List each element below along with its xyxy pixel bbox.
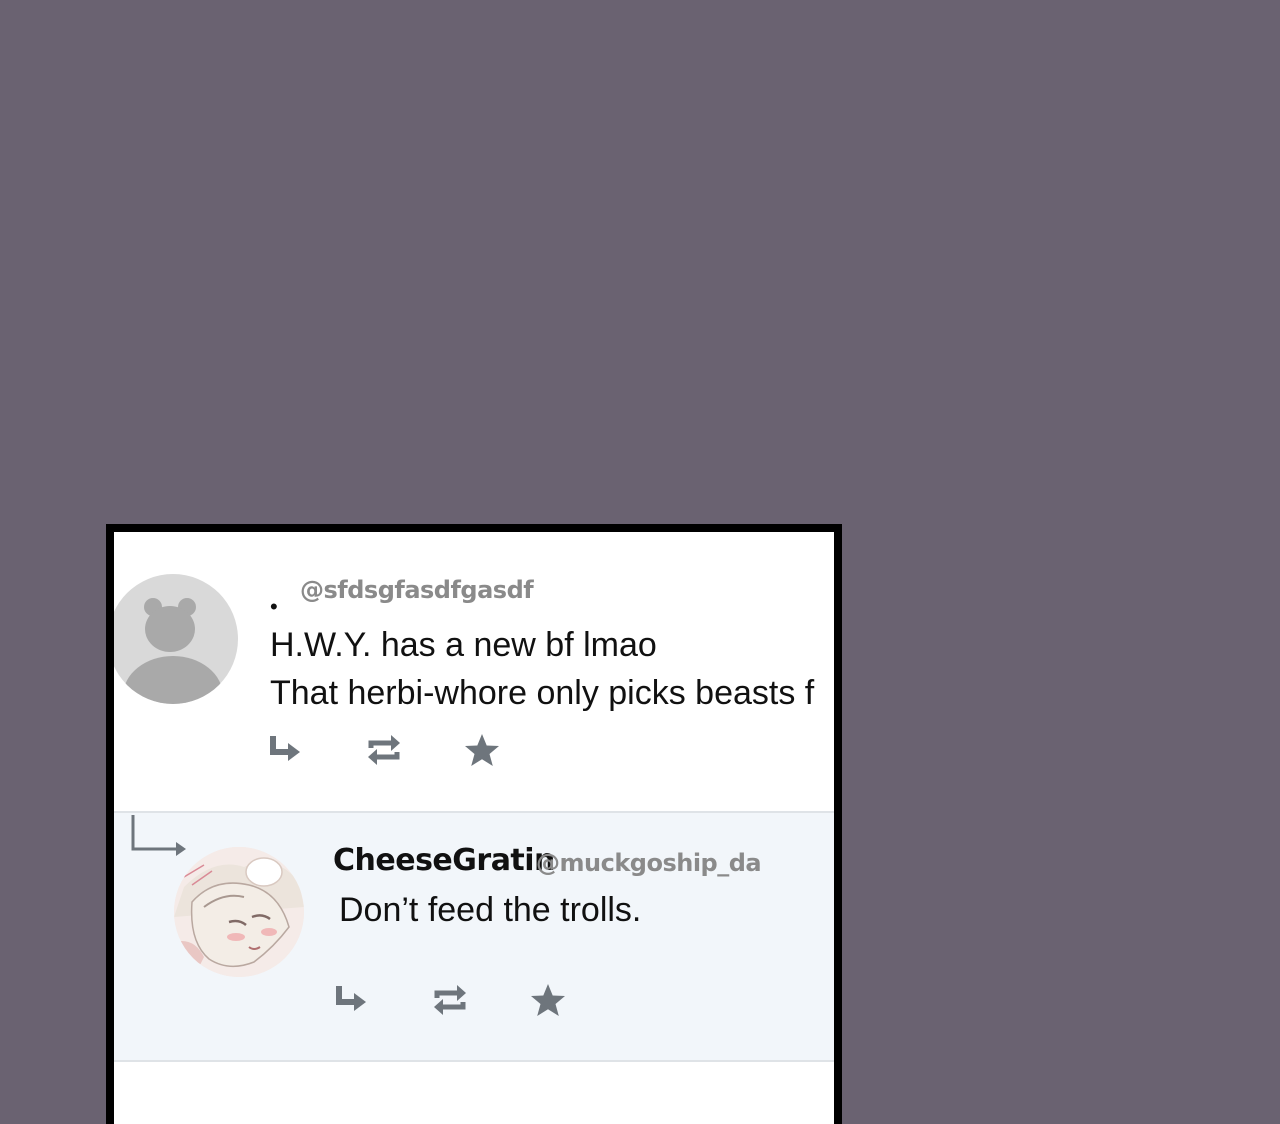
retweet-icon[interactable]	[430, 980, 470, 1020]
tweet-handle[interactable]: @sfdsgfasdfgasdf	[300, 576, 534, 604]
next-tweet-area	[114, 1062, 834, 1124]
reply-icon[interactable]	[266, 730, 306, 770]
reply-actions	[332, 980, 626, 1020]
anime-character-avatar[interactable]	[174, 847, 304, 977]
reply-handle[interactable]: @muckgoship_da	[536, 849, 762, 877]
reply-text: Don’t feed the trolls.	[339, 891, 642, 929]
tweet-thread-panel: • @sfdsgfasdfgasdf H.W.Y. has a new bf l…	[106, 524, 842, 1124]
reply-tweet[interactable]: CheeseGratin @muckgoship_da Don’t feed t…	[114, 813, 834, 1060]
tweet-actions	[266, 730, 560, 770]
tweet[interactable]: • @sfdsgfasdfgasdf H.W.Y. has a new bf l…	[114, 532, 834, 812]
favorite-icon[interactable]	[462, 730, 502, 770]
retweet-icon[interactable]	[364, 730, 404, 770]
default-avatar-icon[interactable]	[114, 574, 238, 704]
reply-display-name[interactable]: CheeseGratin	[333, 843, 555, 878]
favorite-icon[interactable]	[528, 980, 568, 1020]
tweet-text-line-2: That herbi-whore only picks beasts f	[270, 674, 815, 712]
tweet-thread: • @sfdsgfasdfgasdf H.W.Y. has a new bf l…	[114, 532, 834, 1124]
reply-connector-icon	[130, 815, 190, 870]
name-bullet: •	[270, 594, 278, 619]
reply-icon[interactable]	[332, 980, 372, 1020]
tweet-text-line-1: H.W.Y. has a new bf lmao	[270, 626, 657, 664]
